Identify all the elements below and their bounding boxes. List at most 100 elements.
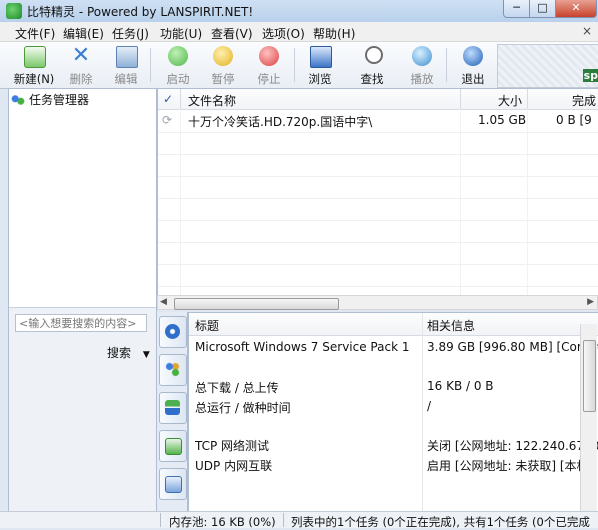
status-divider [283, 513, 284, 527]
toolbar-separator [150, 48, 151, 82]
play-icon [412, 46, 432, 66]
column-header-size[interactable]: 大小 [498, 92, 522, 109]
menu-options[interactable]: 选项(O) [262, 25, 305, 42]
task-size: 1.05 GB [478, 113, 527, 127]
search-button[interactable]: 搜索 ▼ [107, 344, 150, 361]
menu-close-icon[interactable]: × [582, 24, 592, 38]
scrollbar-thumb[interactable] [174, 298, 339, 310]
find-icon [365, 46, 383, 64]
menu-edit[interactable]: 编辑(E) [63, 25, 104, 42]
tab-log[interactable] [159, 430, 187, 462]
row-gridline [158, 176, 598, 177]
find-button[interactable]: 查找 [350, 44, 394, 86]
task-done: 0 B [9 [556, 113, 592, 127]
edit-button[interactable]: 编辑 [104, 44, 148, 86]
delete-button[interactable]: ✕ 删除 [59, 43, 103, 87]
check-column-icon[interactable]: ✓ [163, 92, 173, 106]
start-button[interactable]: 启动 [156, 44, 200, 86]
menu-help[interactable]: 帮助(H) [313, 25, 355, 42]
tab-info[interactable] [159, 316, 187, 348]
delete-label: 删除 [69, 72, 93, 86]
ad-banner[interactable]: sp [497, 44, 598, 88]
scrollbar-thumb[interactable] [583, 340, 596, 412]
row-gridline [158, 220, 598, 221]
info-key: 总运行 / 做种时间 [195, 401, 291, 415]
scroll-left-icon[interactable]: ◀ [160, 297, 167, 307]
stop-button[interactable]: 停止 [247, 44, 291, 86]
pause-label: 暂停 [211, 72, 235, 86]
toolbar-separator [294, 48, 295, 82]
info-value: / [427, 399, 432, 413]
pause-icon [213, 46, 233, 66]
info-row: UDP 内网互联 启用 [公网地址: 未获取] [本机 [189, 454, 598, 474]
search-label: 搜索 [107, 346, 132, 360]
task-name: 十万个冷笑话.HD.720p.国语中字\ [188, 115, 373, 129]
column-header-done[interactable]: 完成 [572, 92, 596, 109]
tab-graph[interactable] [159, 468, 187, 500]
dropdown-arrow-icon: ▼ [142, 350, 150, 360]
task-row[interactable]: ⟳ 十万个冷笑话.HD.720p.国语中字\ 1.05 GB 0 B [9 [158, 110, 598, 132]
row-gridline [158, 154, 598, 155]
info-row: 总下载 / 总上传 16 KB / 0 B [189, 376, 598, 396]
browse-icon [310, 46, 332, 68]
row-gridline [158, 242, 598, 243]
edit-icon [116, 46, 138, 68]
horizontal-scrollbar[interactable]: ◀ ▶ [157, 295, 598, 310]
play-button[interactable]: 播放 [400, 44, 444, 86]
pause-button[interactable]: 暂停 [201, 44, 245, 86]
menu-file[interactable]: 文件(F) [15, 25, 55, 42]
find-label: 查找 [360, 72, 384, 86]
vertical-scrollbar[interactable] [580, 324, 597, 511]
task-summary-status: 列表中的1个任务 (0个正在完成), 共有1个任务 (0个已完成 [291, 515, 590, 529]
peers-icon [165, 362, 180, 377]
tab-transfer[interactable] [159, 392, 187, 424]
search-input[interactable] [15, 314, 147, 332]
column-gridline [180, 109, 181, 297]
info-key: 总下载 / 总上传 [195, 381, 279, 395]
new-label: 新建(N) [13, 72, 55, 86]
app-icon [6, 3, 22, 19]
info-value: 启用 [公网地址: 未获取] [本机 [427, 459, 589, 473]
menu-function[interactable]: 功能(U) [160, 25, 202, 42]
scroll-right-icon[interactable]: ▶ [587, 297, 594, 307]
tree-item-label: 任务管理器 [29, 93, 90, 107]
column-divider [527, 89, 528, 109]
column-header-details[interactable]: 相关信息 [427, 317, 475, 334]
transfer-icon [165, 400, 180, 415]
info-key: TCP 网络测试 [195, 439, 270, 453]
column-divider [180, 89, 181, 109]
minimize-button[interactable]: ─ [503, 0, 530, 18]
info-key: UDP 内网互联 [195, 459, 273, 473]
info-header: 标题 相关信息 [189, 313, 598, 336]
tab-peers[interactable] [159, 354, 187, 386]
browse-button[interactable]: 浏览 [298, 44, 342, 86]
maximize-button[interactable]: □ [529, 0, 556, 18]
info-row [189, 416, 598, 436]
browse-label: 浏览 [308, 72, 332, 86]
menu-task[interactable]: 任务(J) [112, 25, 149, 42]
info-value: 关闭 [公网地址: 122.240.67.10 [427, 439, 598, 453]
search-area: 搜索 ▼ [9, 307, 156, 513]
delete-icon: ✕ [71, 43, 91, 68]
menu-bar: 文件(F) 编辑(E) 任务(J) 功能(U) 查看(V) 选项(O) 帮助(H… [0, 22, 598, 42]
power-icon [463, 46, 483, 66]
refresh-icon: ⟳ [162, 113, 173, 127]
edit-label: 编辑 [114, 72, 138, 86]
info-row: Microsoft Windows 7 Service Pack 1 3.89 … [189, 337, 598, 357]
row-gridline [158, 132, 598, 133]
new-task-button[interactable]: 新建(N) [12, 44, 56, 86]
tree-item-task-manager[interactable]: 任务管理器 [11, 91, 89, 108]
column-header-title[interactable]: 标题 [195, 317, 219, 334]
info-value: 16 KB / 0 B [427, 379, 494, 393]
left-panel: 任务管理器 搜索 ▼ [8, 88, 157, 513]
row-gridline [158, 286, 598, 287]
exit-button[interactable]: 退出 [451, 44, 495, 86]
menu-view[interactable]: 查看(V) [211, 25, 253, 42]
column-header-name[interactable]: 文件名称 [188, 92, 236, 109]
stop-icon [259, 46, 279, 66]
new-icon [24, 46, 46, 68]
row-gridline [158, 198, 598, 199]
info-panel: 标题 相关信息 Microsoft Windows 7 Service Pack… [188, 312, 598, 513]
info-icon [165, 324, 180, 339]
close-button[interactable]: ✕ [555, 0, 597, 18]
